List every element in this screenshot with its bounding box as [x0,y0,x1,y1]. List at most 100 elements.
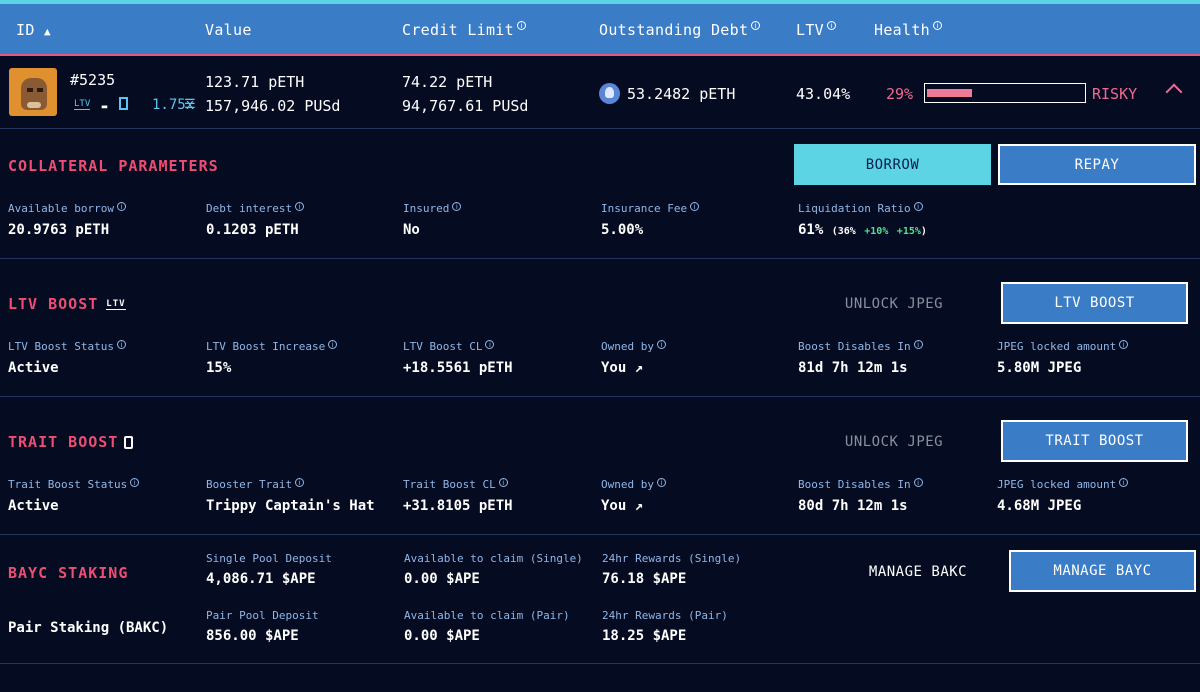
health-status: RISKY [1092,85,1138,103]
staking-title: BAYC STAKING [8,564,129,582]
external-link-icon[interactable]: ↗ [635,360,643,376]
info-icon[interactable]: i [116,340,126,349]
info-icon[interactable]: i [933,21,942,30]
insurance-fee-value: 5.00% [601,222,644,238]
value-peth: 123.71 pETH [205,73,305,91]
trait-disables-label: Boost Disables In i [798,478,923,491]
external-link-icon[interactable]: ↗ [635,498,643,514]
single-rewards-value: 76.18 $APE [602,571,687,587]
info-icon[interactable]: i [328,340,338,349]
credit-pusd: 94,767.61 PUSd [402,97,529,115]
single-deposit-label: Single Pool Deposit [206,552,332,565]
info-icon[interactable]: i [751,21,761,30]
trait-boost-icon [118,97,128,110]
single-claim-value: 0.00 $APE [404,571,480,587]
debt-interest-label: Debt interest i [206,202,305,215]
trait-cl-label: Trait Boost CL i [403,478,508,491]
repay-button[interactable]: REPAY [998,144,1196,185]
health-percent: 29% [886,85,914,103]
header-ltv: LTV i [796,21,836,39]
trait-disables-value: 80d 7h 12m 1s [798,498,908,514]
ltv-boost-button[interactable]: LTV BOOST [1001,282,1188,324]
dash-icon: ▂ [101,99,108,109]
divider [0,534,1200,535]
info-icon[interactable]: i [656,340,666,349]
ltv-status-value: Active [8,360,59,376]
chevron-up-icon[interactable] [1165,83,1183,101]
trait-status-value: Active [8,498,59,514]
info-icon[interactable]: i [690,202,700,211]
trait-boost-icon [124,436,134,449]
health-bar-fill [927,89,972,97]
manage-bakc-button[interactable]: MANAGE BAKC [830,551,1006,593]
insured-label: Insured i [403,202,462,215]
ltv-boost-title: LTV BOOST LTV [8,295,126,313]
header-health: Health i [874,21,942,39]
info-icon[interactable]: i [913,340,923,349]
manage-bayc-button[interactable]: MANAGE BAYC [1009,550,1196,592]
debt-interest-value: 0.1203 pETH [206,222,299,238]
ltv-jpeg-label: JPEG locked amount i [997,340,1129,353]
pair-claim-value: 0.00 $APE [404,628,480,644]
info-icon[interactable]: i [130,478,140,487]
health-bar [924,83,1086,103]
ltv-cl-value: +18.5561 pETH [403,360,513,376]
ltv-owned-value[interactable]: You ↗ [601,360,643,376]
divider [0,128,1200,129]
divider [0,396,1200,397]
pair-rewards-label: 24hr Rewards (Pair) [602,609,728,622]
ltv-status-label: LTV Boost Status i [8,340,126,353]
info-icon[interactable]: i [116,202,126,211]
sort-icon: ▲ [44,25,51,38]
nft-avatar[interactable] [9,68,57,116]
ltv-owned-label: Owned by i [601,340,666,353]
info-icon[interactable]: i [452,202,462,211]
info-icon[interactable]: i [913,478,923,487]
header-id[interactable]: ID ▲ [16,21,51,39]
divider [0,258,1200,259]
booster-trait-value: Trippy Captain's Hat [206,498,375,514]
ltv-cl-label: LTV Boost CL i [403,340,495,353]
single-rewards-label: 24hr Rewards (Single) [602,552,742,565]
info-icon[interactable]: i [516,21,526,30]
table-header: ID ▲ Value Credit Limit i Outstanding Deb… [0,4,1200,56]
info-icon[interactable]: i [827,21,836,30]
available-borrow-value: 20.9763 pETH [8,222,110,238]
single-deposit-value: 4,086.71 $APE [206,571,316,587]
outstanding-debt: 53.2482 pETH [627,85,736,103]
header-credit-limit: Credit Limit i [402,21,526,39]
ltv-boost-icon: LTV [74,99,91,110]
insured-value: No [403,222,420,238]
liquidation-ratio-label: Liquidation Ratio i [798,202,923,215]
ape-mouth [27,102,41,108]
info-icon[interactable]: i [1119,478,1129,487]
unlock-jpeg-trait-button[interactable]: UNLOCK JPEG [800,421,988,462]
trait-cl-value: +31.8105 pETH [403,498,513,514]
trait-jpeg-label: JPEG locked amount i [997,478,1129,491]
header-outstanding-debt: Outstanding Debt i [599,21,761,39]
info-icon[interactable]: i [295,478,305,487]
info-icon[interactable]: i [913,202,923,211]
trait-owned-value[interactable]: You ↗ [601,498,643,514]
peth-icon [599,83,620,104]
ltv-value: 43.04% [796,85,851,103]
value-pusd: 157,946.02 PUSd [205,97,341,115]
pair-deposit-value: 856.00 $APE [206,628,299,644]
boost-icons: LTV ▂ [74,97,128,110]
trait-jpeg-value: 4.68M JPEG [997,498,1082,514]
unlock-jpeg-ltv-button[interactable]: UNLOCK JPEG [800,283,988,324]
info-icon[interactable]: i [1119,340,1129,349]
ltv-increase-label: LTV Boost Increase i [206,340,338,353]
pair-staking-title: Pair Staking (BAKC) [8,620,169,636]
info-icon[interactable]: i [485,340,495,349]
borrow-button[interactable]: BORROW [794,144,991,185]
liquidation-ratio-value: 61% (36% +10% +15%) [798,222,927,238]
trait-boost-title: TRAIT BOOST [8,433,134,451]
info-icon[interactable]: i [498,478,508,487]
position-id[interactable]: #5235 [70,71,115,89]
ltv-disables-label: Boost Disables In i [798,340,923,353]
trait-boost-button[interactable]: TRAIT BOOST [1001,420,1188,462]
info-icon[interactable]: i [656,478,666,487]
info-icon[interactable]: i [295,202,305,211]
single-claim-label: Available to claim (Single) [404,552,583,565]
